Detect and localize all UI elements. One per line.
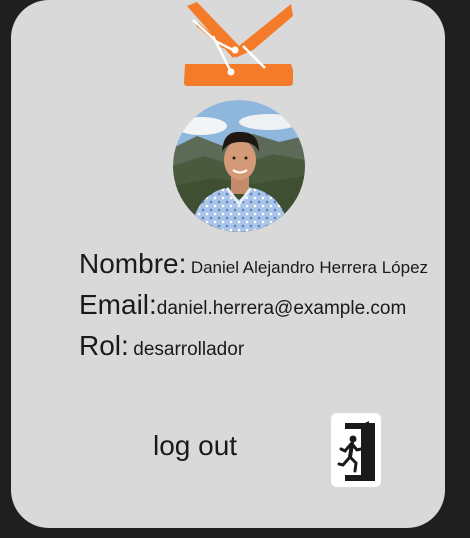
logout-door-button[interactable] [331,413,381,487]
profile-card: Nombre: Daniel Alejandro Herrera López E… [11,0,445,528]
email-label: Email: [79,289,157,320]
role-label: Rol: [79,330,129,361]
role-row: Rol: desarrollador [79,330,244,362]
avatar [173,100,305,232]
email-value: daniel.herrera@example.com [156,298,407,319]
brand-logo [184,2,293,86]
role-value: desarrollador [133,339,245,360]
logout-button[interactable]: log out [153,430,237,462]
name-label: Nombre: [79,248,187,279]
name-row: Nombre: Daniel Alejandro Herrera López [79,248,428,280]
exit-door-icon [337,421,375,481]
name-value: Daniel Alejandro Herrera López [190,258,429,277]
email-row: Email:daniel.herrera@example.com [79,289,406,321]
